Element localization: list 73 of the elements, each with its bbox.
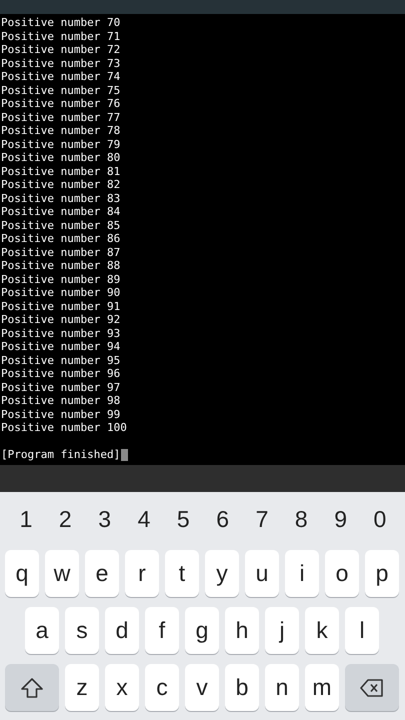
output-line: Positive number 90 bbox=[1, 286, 120, 300]
letter-key[interactable]: k bbox=[305, 607, 339, 654]
output-line: Positive number 97 bbox=[1, 380, 120, 394]
output-line: Positive number 70 bbox=[1, 16, 120, 30]
status-line: [Program finished] bbox=[1, 448, 120, 462]
letter-key[interactable]: q bbox=[5, 550, 39, 597]
output-line: Positive number 78 bbox=[1, 124, 120, 138]
letter-key[interactable]: y bbox=[205, 550, 239, 597]
letter-key[interactable]: d bbox=[105, 607, 139, 654]
output-line: Positive number 71 bbox=[1, 30, 120, 43]
output-line: Positive number 74 bbox=[1, 70, 120, 84]
output-line: Positive number 84 bbox=[1, 205, 120, 218]
letter-key[interactable]: z bbox=[65, 664, 99, 711]
letter-key[interactable]: c bbox=[145, 664, 179, 711]
letter-key[interactable]: g bbox=[185, 607, 219, 654]
letter-key[interactable]: n bbox=[265, 664, 299, 711]
letter-key[interactable]: r bbox=[125, 550, 159, 597]
output-line: Positive number 96 bbox=[1, 367, 120, 380]
cursor bbox=[121, 448, 128, 461]
letter-key[interactable]: a bbox=[25, 607, 59, 654]
output-line: Positive number 88 bbox=[1, 259, 120, 272]
output-line: Positive number 82 bbox=[1, 178, 120, 192]
output-line: Positive number 79 bbox=[1, 138, 120, 151]
letter-key[interactable]: t bbox=[165, 550, 199, 597]
letter-key[interactable]: o bbox=[325, 550, 359, 597]
output-line: Positive number 93 bbox=[1, 326, 120, 340]
number-key[interactable]: 5 bbox=[168, 500, 198, 538]
output-line: Positive number 86 bbox=[1, 232, 120, 246]
output-line: Positive number 83 bbox=[1, 192, 120, 205]
number-key[interactable]: 7 bbox=[246, 500, 277, 538]
output-line: Positive number 100 bbox=[1, 421, 127, 434]
letter-key[interactable]: m bbox=[305, 664, 339, 711]
number-key[interactable]: 1 bbox=[11, 500, 41, 538]
letter-key[interactable]: j bbox=[265, 607, 299, 654]
number-key[interactable]: 9 bbox=[326, 500, 356, 538]
output-line: Positive number 75 bbox=[1, 84, 120, 97]
letter-key[interactable]: f bbox=[145, 607, 179, 654]
letter-key[interactable]: x bbox=[105, 664, 139, 711]
number-key[interactable]: 0 bbox=[364, 500, 395, 538]
output-line: Positive number 94 bbox=[1, 340, 120, 354]
output-line: Positive number 73 bbox=[1, 56, 120, 70]
backspace-icon bbox=[360, 678, 384, 698]
letter-key[interactable]: h bbox=[225, 607, 259, 654]
letter-key[interactable]: i bbox=[285, 550, 319, 597]
output-line: Positive number 92 bbox=[1, 313, 120, 326]
output-line: Positive number 80 bbox=[1, 151, 120, 164]
shift-key[interactable] bbox=[5, 664, 59, 711]
number-key[interactable]: 3 bbox=[90, 500, 120, 538]
letter-key[interactable]: e bbox=[85, 550, 119, 597]
output-line: Positive number 72 bbox=[1, 43, 120, 56]
output-line: Positive number 85 bbox=[1, 218, 120, 232]
number-key[interactable]: 8 bbox=[286, 500, 316, 538]
number-key[interactable]: 2 bbox=[50, 500, 80, 538]
letter-key[interactable]: u bbox=[245, 550, 279, 597]
letter-key[interactable]: l bbox=[345, 607, 379, 654]
output-line: Positive number 91 bbox=[1, 300, 120, 313]
output-line: Positive number 89 bbox=[1, 272, 120, 286]
number-key[interactable]: 4 bbox=[128, 500, 159, 538]
letter-key[interactable]: v bbox=[185, 664, 219, 711]
output-line: Positive number 98 bbox=[1, 394, 120, 408]
number-key[interactable]: 6 bbox=[208, 500, 238, 538]
backspace-key[interactable] bbox=[345, 664, 399, 711]
letter-key[interactable]: s bbox=[65, 607, 99, 654]
output-line: Positive number 76 bbox=[1, 97, 120, 110]
output-line: Positive number 95 bbox=[1, 354, 120, 367]
output-line: Positive number 81 bbox=[1, 164, 120, 178]
output-line: Positive number 99 bbox=[1, 408, 120, 421]
shift-icon bbox=[20, 678, 44, 698]
output-line: Positive number 87 bbox=[1, 246, 120, 259]
output-line: Positive number 77 bbox=[1, 110, 120, 124]
letter-key[interactable]: p bbox=[365, 550, 399, 597]
letter-key[interactable]: b bbox=[225, 664, 259, 711]
letter-key[interactable]: w bbox=[45, 550, 79, 597]
